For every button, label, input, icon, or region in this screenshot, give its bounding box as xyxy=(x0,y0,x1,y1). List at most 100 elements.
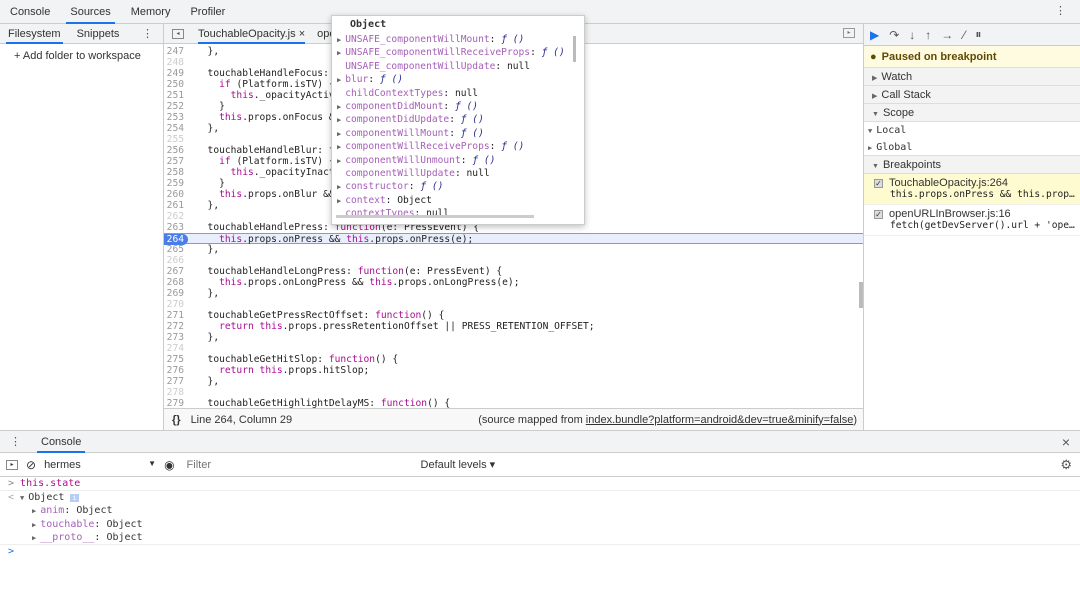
popover-property[interactable]: ▶ componentDidMount: ƒ () xyxy=(332,100,584,113)
expand-icon[interactable]: ▶ xyxy=(337,183,341,191)
line-number[interactable]: 262 xyxy=(164,211,188,222)
popover-property[interactable]: ▶contextTypes: null xyxy=(332,207,584,220)
line-number[interactable]: 265 xyxy=(164,244,188,255)
line-number[interactable]: 258 xyxy=(164,167,188,178)
code-line[interactable]: 278 xyxy=(164,387,863,398)
tab-memory[interactable]: Memory xyxy=(121,0,181,24)
log-levels-dropdown[interactable]: Default levels ▾ xyxy=(421,458,496,471)
resume-icon[interactable]: ▶ xyxy=(870,28,879,42)
tab-touchableopacity[interactable]: TouchableOpacity.js × xyxy=(192,24,311,44)
popover-property[interactable]: ▶UNSAFE_componentWillUpdate: null xyxy=(332,60,584,73)
filter-input[interactable] xyxy=(182,458,413,471)
expand-icon[interactable]: ▶ xyxy=(337,130,341,138)
expand-icon[interactable]: ▶ xyxy=(337,116,341,124)
line-number[interactable]: 260 xyxy=(164,189,188,200)
expand-icon[interactable]: ▶ xyxy=(337,49,341,57)
line-number[interactable]: 266 xyxy=(164,255,188,266)
popover-property[interactable]: ▶componentWillUpdate: null xyxy=(332,167,584,180)
line-number[interactable]: 248 xyxy=(164,57,188,68)
tab-console[interactable]: Console xyxy=(0,0,60,24)
context-select[interactable]: hermes ▼ xyxy=(44,459,156,471)
scope-global[interactable]: ▶ Global xyxy=(864,139,1080,156)
breakpoint-item[interactable]: ✓ openURLInBrowser.js:16 fetch(getDevServe… xyxy=(864,205,1080,236)
line-number[interactable]: 270 xyxy=(164,299,188,310)
code-line[interactable]: 271 touchableGetPressRectOffset: functio… xyxy=(164,310,863,321)
popover-property[interactable]: ▶ context: Object xyxy=(332,194,584,207)
code-line[interactable]: 277 }, xyxy=(164,376,863,387)
clear-console-icon[interactable]: ⊘ xyxy=(26,458,36,472)
line-number[interactable]: 247 xyxy=(164,46,188,57)
deactivate-breakpoints-icon[interactable]: ⁄ xyxy=(963,28,965,42)
console-result[interactable]: < ▼ Object i xyxy=(0,491,1080,505)
step-out-icon[interactable]: ↑ xyxy=(925,28,931,42)
line-number[interactable]: 278 xyxy=(164,387,188,398)
line-number[interactable]: 252 xyxy=(164,101,188,112)
popover-property[interactable]: ▶ UNSAFE_componentWillMount: ƒ () xyxy=(332,33,584,46)
line-number[interactable]: 249 xyxy=(164,68,188,79)
code-line[interactable]: 266 xyxy=(164,255,863,266)
popover-property[interactable]: ▶ blur: ƒ () xyxy=(332,73,584,86)
line-number[interactable]: 276 xyxy=(164,365,188,376)
tab-snippets[interactable]: Snippets xyxy=(69,24,128,44)
pretty-print-icon[interactable]: {} xyxy=(164,414,191,426)
live-expression-icon[interactable]: ◉ xyxy=(164,458,174,472)
expand-icon[interactable]: ▶ xyxy=(337,157,341,165)
popover-property[interactable]: ▶ constructor: ƒ () xyxy=(332,180,584,193)
object-property[interactable]: ▶ anim: Object xyxy=(0,504,1080,518)
step-into-icon[interactable]: ↓ xyxy=(909,28,915,42)
line-number[interactable]: 272 xyxy=(164,321,188,332)
code-line[interactable]: 265 }, xyxy=(164,244,863,255)
more-options-icon[interactable]: ⋮ xyxy=(142,27,153,40)
code-line[interactable]: 268 this.props.onLongPress && this.props… xyxy=(164,277,863,288)
line-number[interactable]: 257 xyxy=(164,156,188,167)
code-line[interactable]: 274 xyxy=(164,343,863,354)
tab-console-drawer[interactable]: Console xyxy=(31,431,91,453)
toggle-debugger-icon[interactable]: ▸ xyxy=(843,28,855,38)
popover-property[interactable]: ▶ componentDidUpdate: ƒ () xyxy=(332,113,584,126)
popover-property[interactable]: ▶ componentWillUnmount: ƒ () xyxy=(332,154,584,167)
line-number[interactable]: 267 xyxy=(164,266,188,277)
tab-sources[interactable]: Sources xyxy=(60,0,120,24)
tab-filesystem[interactable]: Filesystem xyxy=(0,24,69,44)
object-property[interactable]: ▶ __proto__: Object xyxy=(0,531,1080,545)
section-watch[interactable]: ▶ Watch xyxy=(864,68,1080,86)
section-scope[interactable]: ▼ Scope xyxy=(864,104,1080,122)
line-number[interactable]: 254 xyxy=(164,123,188,134)
line-number[interactable]: 261 xyxy=(164,200,188,211)
code-line[interactable]: 275 touchableGetHitSlop: function() { xyxy=(164,354,863,365)
close-icon[interactable]: × xyxy=(1062,434,1070,450)
code-line[interactable]: 279 touchableGetHighlightDelayMS: functi… xyxy=(164,398,863,408)
line-number[interactable]: 273 xyxy=(164,332,188,343)
popover-scrollbar[interactable] xyxy=(573,36,576,62)
code-line[interactable]: 267 touchableHandleLongPress: function(e… xyxy=(164,266,863,277)
line-number[interactable]: 259 xyxy=(164,178,188,189)
popover-property[interactable]: ▶ UNSAFE_componentWillReceiveProps: ƒ () xyxy=(332,46,584,59)
code-line[interactable]: 269 }, xyxy=(164,288,863,299)
gear-icon[interactable]: ⚙ xyxy=(1060,457,1080,473)
popover-hscrollbar[interactable] xyxy=(336,215,534,218)
scope-local[interactable]: ▼ Local xyxy=(864,122,1080,139)
sidebar-toggle-icon[interactable]: ▸ xyxy=(6,459,18,470)
breakpoint-checkbox[interactable]: ✓ xyxy=(874,179,883,188)
line-number[interactable]: 253 xyxy=(164,112,188,123)
section-breakpoints[interactable]: ▼ Breakpoints xyxy=(864,156,1080,174)
close-icon[interactable]: × xyxy=(299,28,305,40)
source-map-link[interactable]: index.bundle?platform=android&dev=true&m… xyxy=(586,414,854,426)
line-number[interactable]: 256 xyxy=(164,145,188,156)
line-number[interactable]: 274 xyxy=(164,343,188,354)
line-number[interactable]: 275 xyxy=(164,354,188,365)
add-folder-button[interactable]: + Add folder to workspace xyxy=(0,44,163,68)
step-icon[interactable]: → xyxy=(941,28,953,42)
step-over-icon[interactable]: ↷ xyxy=(889,28,899,42)
code-line[interactable]: 276 return this.props.hitSlop; xyxy=(164,365,863,376)
popover-property[interactable]: ▶ componentWillMount: ƒ () xyxy=(332,127,584,140)
line-number[interactable]: 251 xyxy=(164,90,188,101)
drawer-menu-icon[interactable]: ⋮ xyxy=(0,435,31,448)
expand-icon[interactable]: ▶ xyxy=(337,103,341,111)
section-call-stack[interactable]: ▶ Call Stack xyxy=(864,86,1080,104)
line-number[interactable]: 269 xyxy=(164,288,188,299)
breakpoint-line[interactable]: 264 this.props.onPress && this.props.onP… xyxy=(164,233,863,245)
line-number[interactable]: 263 xyxy=(164,222,188,233)
toggle-navigator-icon[interactable]: ◂ xyxy=(172,28,184,39)
code-line[interactable]: 272 return this.props.pressRetentionOffs… xyxy=(164,321,863,332)
